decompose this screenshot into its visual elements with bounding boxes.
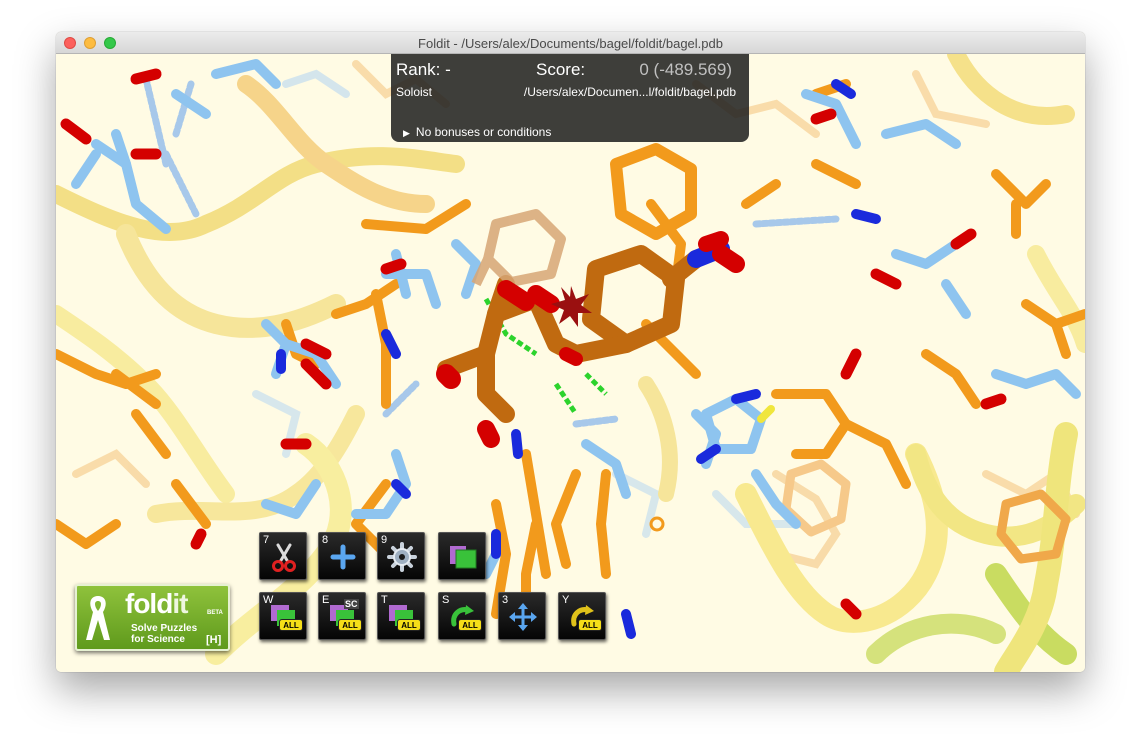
flag-tool-button[interactable] bbox=[438, 532, 486, 580]
score-label: Score: bbox=[536, 60, 586, 79]
sidechain-badge: SC bbox=[344, 599, 359, 609]
logo-tagline-line2: for Science bbox=[131, 634, 185, 645]
rank-label: Rank: - bbox=[396, 60, 451, 79]
shake-all-button[interactable]: S ALL bbox=[438, 592, 486, 640]
cut-tool-button[interactable]: 7 bbox=[259, 532, 307, 580]
protein-structure-render[interactable] bbox=[56, 54, 1085, 672]
title-bar[interactable]: Foldit - /Users/alex/Documents/bagel/fol… bbox=[56, 32, 1085, 54]
score-value: 0 (-489.569) bbox=[639, 60, 732, 79]
tweak-all-button[interactable]: T ALL bbox=[377, 592, 425, 640]
puzzle-file-path: /Users/alex/Documen...l/foldit/bagel.pdb bbox=[523, 85, 736, 99]
all-badge: ALL bbox=[578, 619, 602, 631]
score-panel: Rank: - Score: 0 (-489.569) Soloist /Use… bbox=[391, 54, 749, 142]
rebuild-all-button[interactable]: Y ALL bbox=[558, 592, 606, 640]
all-badge: ALL bbox=[458, 619, 482, 631]
conditions-text: No bonuses or conditions bbox=[415, 125, 552, 139]
wiggle-sidechains-all-button[interactable]: E SC ALL bbox=[318, 592, 366, 640]
conditions-toggle[interactable]: ▶ No bonuses or conditions bbox=[403, 125, 551, 139]
move-arrows-icon bbox=[509, 603, 537, 631]
awareness-ribbon-icon bbox=[86, 596, 110, 640]
gear-icon bbox=[387, 542, 417, 572]
foldit-logo-button[interactable]: foldit BETA Solve Puzzles for Science [H… bbox=[75, 584, 230, 651]
settings-tool-button[interactable]: 9 bbox=[377, 532, 425, 580]
add-tool-button[interactable]: 8 bbox=[318, 532, 366, 580]
logo-wordmark: foldit bbox=[125, 588, 188, 620]
all-badge: ALL bbox=[397, 619, 421, 631]
all-badge: ALL bbox=[338, 619, 362, 631]
wiggle-all-button[interactable]: W ALL bbox=[259, 592, 307, 640]
green-flag-icon bbox=[450, 546, 477, 569]
logo-word-fold: fold bbox=[125, 588, 173, 619]
help-shortcut-hint: [H] bbox=[206, 634, 222, 646]
logo-tagline-line1: Solve Puzzles bbox=[131, 623, 198, 634]
scissors-icon bbox=[272, 543, 296, 572]
play-mode-label: Soloist bbox=[396, 85, 433, 99]
app-window: Foldit - /Users/alex/Documents/bagel/fol… bbox=[56, 32, 1085, 672]
move-tool-button[interactable]: 3 bbox=[498, 592, 546, 640]
expand-triangle-icon: ▶ bbox=[403, 128, 410, 138]
logo-word-it: it bbox=[172, 588, 188, 619]
window-title: Foldit - /Users/alex/Documents/bagel/fol… bbox=[418, 36, 723, 51]
logo-beta-tag: BETA bbox=[207, 610, 223, 616]
all-badge: ALL bbox=[279, 619, 303, 631]
plus-icon bbox=[330, 544, 356, 570]
protein-3d-viewport[interactable] bbox=[56, 54, 1085, 672]
